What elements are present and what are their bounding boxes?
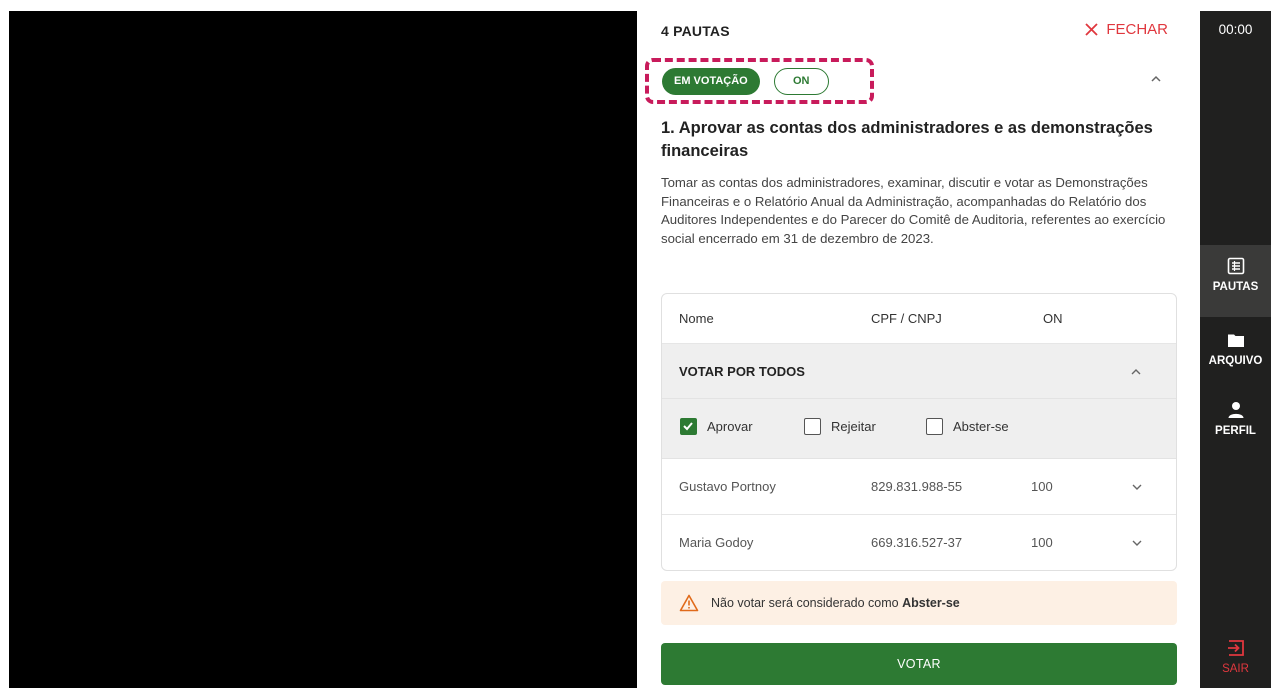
vote-button[interactable]: VOTAR <box>661 643 1177 685</box>
vote-options-row: Aprovar Rejeitar Abster-se <box>662 399 1176 459</box>
exit-icon <box>1227 640 1244 656</box>
sidebar: 00:00 PAUTAS ARQUIVO PERFIL SAIR <box>1200 11 1271 688</box>
panel-title: 4 PAUTAS <box>661 23 730 39</box>
sidebar-item-label: PERFIL <box>1215 425 1256 437</box>
warning-icon <box>679 594 699 612</box>
reject-checkbox[interactable] <box>804 418 821 435</box>
sidebar-item-label: ARQUIVO <box>1208 355 1263 367</box>
close-label: FECHAR <box>1106 21 1168 38</box>
table-header: Nome CPF / CNPJ ON <box>662 294 1176 344</box>
approve-label: Aprovar <box>707 419 753 434</box>
reject-label: Rejeitar <box>831 419 876 434</box>
option-approve[interactable]: Aprovar <box>680 418 753 435</box>
abstain-warning: Não votar será considerado como Abster-s… <box>661 581 1177 625</box>
folder-icon <box>1227 334 1244 347</box>
vote-table: Nome CPF / CNPJ ON VOTAR POR TODOS Aprov… <box>661 293 1177 571</box>
shareholder-name: Gustavo Portnoy <box>679 479 776 494</box>
abstain-checkbox[interactable] <box>926 418 943 435</box>
person-icon <box>1228 402 1243 418</box>
approve-checkbox[interactable] <box>680 418 697 435</box>
abstain-label: Abster-se <box>953 419 1009 434</box>
exit-label: SAIR <box>1222 663 1249 675</box>
vote-all-row[interactable]: VOTAR POR TODOS <box>662 344 1176 399</box>
sidebar-item-arquivo[interactable]: ARQUIVO <box>1200 331 1271 381</box>
vote-all-label: VOTAR POR TODOS <box>679 364 805 379</box>
shareholder-name: Maria Godoy <box>679 535 754 550</box>
exit-button[interactable]: SAIR <box>1200 639 1271 687</box>
shareholder-doc: 669.316.527-37 <box>871 535 963 550</box>
close-button[interactable]: FECHAR <box>1085 21 1168 38</box>
header-name: Nome <box>679 311 714 326</box>
agenda-panel: 4 PAUTAS FECHAR EM VOTAÇÃO ON 1. Aprovar… <box>637 11 1200 688</box>
share-class-badge: ON <box>773 68 829 95</box>
close-icon <box>1085 23 1098 36</box>
shareholder-shares: 100 <box>1031 535 1053 550</box>
check-icon <box>683 422 693 431</box>
sidebar-item-label: PAUTAS <box>1212 281 1259 293</box>
shareholder-doc: 829.831.988-55 <box>871 479 963 494</box>
agenda-title: 1. Aprovar as contas dos administradores… <box>661 119 1153 160</box>
session-timer: 00:00 <box>1218 22 1253 37</box>
app-screen: 4 PAUTAS FECHAR EM VOTAÇÃO ON 1. Aprovar… <box>0 0 1271 688</box>
status-badges: EM VOTAÇÃO ON <box>662 68 829 95</box>
chevron-up-icon[interactable] <box>1149 72 1163 86</box>
sidebar-item-perfil[interactable]: PERFIL <box>1200 401 1271 451</box>
table-row[interactable]: Gustavo Portnoy 829.831.988-55 100 <box>662 459 1176 515</box>
chevron-up-icon[interactable] <box>1130 366 1142 378</box>
chevron-down-icon[interactable] <box>1131 537 1143 549</box>
list-icon <box>1227 257 1244 275</box>
header-cpf: CPF / CNPJ <box>871 311 942 326</box>
warning-text-wrap: Não votar será considerado como Abster-s… <box>711 596 960 610</box>
sidebar-item-pautas[interactable]: PAUTAS <box>1200 245 1271 317</box>
option-abstain[interactable]: Abster-se <box>926 418 1009 435</box>
warning-emphasis: Abster-se <box>902 596 960 610</box>
warning-text: Não votar será considerado como <box>711 596 899 610</box>
video-area <box>9 11 637 688</box>
voting-status-badge: EM VOTAÇÃO <box>662 68 760 95</box>
header-on: ON <box>1043 311 1063 326</box>
chevron-down-icon[interactable] <box>1131 481 1143 493</box>
table-row[interactable]: Maria Godoy 669.316.527-37 100 <box>662 515 1176 570</box>
option-reject[interactable]: Rejeitar <box>804 418 876 435</box>
shareholder-shares: 100 <box>1031 479 1053 494</box>
agenda-description: Tomar as contas dos administradores, exa… <box>661 175 1166 247</box>
